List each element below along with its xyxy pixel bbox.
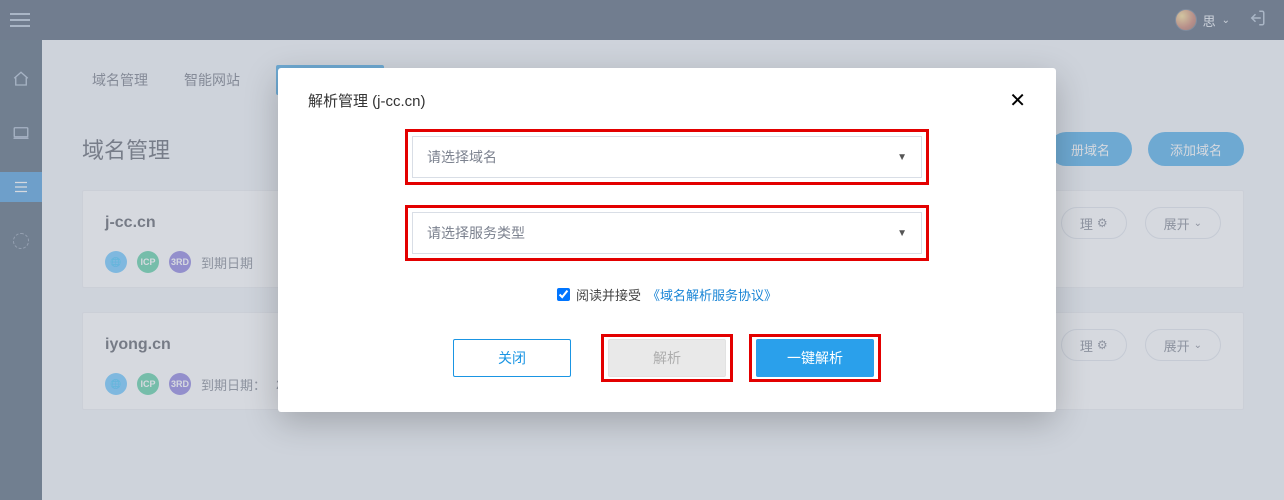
modal-title: 解析管理 (j-cc.cn) — [308, 90, 426, 111]
modal-button-row: 关闭 解析 一键解析 — [453, 334, 881, 382]
dropdown-triangle-icon: ▼ — [897, 228, 907, 239]
agreement-row: 阅读并接受 《域名解析服务协议》 — [557, 285, 777, 304]
highlight-box: 请选择服务类型 ▼ — [405, 205, 929, 261]
agreement-link[interactable]: 《域名解析服务协议》 — [647, 285, 777, 304]
agreement-prefix: 阅读并接受 — [576, 285, 641, 304]
parse-button[interactable]: 解析 — [608, 339, 726, 377]
modal-close-button[interactable]: 关闭 — [453, 339, 571, 377]
highlight-box: 解析 — [601, 334, 733, 382]
highlight-box: 请选择域名 ▼ — [405, 129, 929, 185]
domain-select-placeholder: 请选择域名 — [427, 147, 497, 167]
dns-modal: 解析管理 (j-cc.cn) ✕ 请选择域名 ▼ 请选择服务类型 ▼ 阅读并接受… — [278, 68, 1056, 412]
domain-select[interactable]: 请选择域名 ▼ — [412, 136, 922, 178]
agreement-checkbox[interactable] — [557, 288, 570, 301]
highlight-box: 一键解析 — [749, 334, 881, 382]
service-select[interactable]: 请选择服务类型 ▼ — [412, 212, 922, 254]
auto-parse-button[interactable]: 一键解析 — [756, 339, 874, 377]
dropdown-triangle-icon: ▼ — [897, 152, 907, 163]
service-select-placeholder: 请选择服务类型 — [427, 223, 525, 243]
close-icon[interactable]: ✕ — [1009, 91, 1026, 111]
